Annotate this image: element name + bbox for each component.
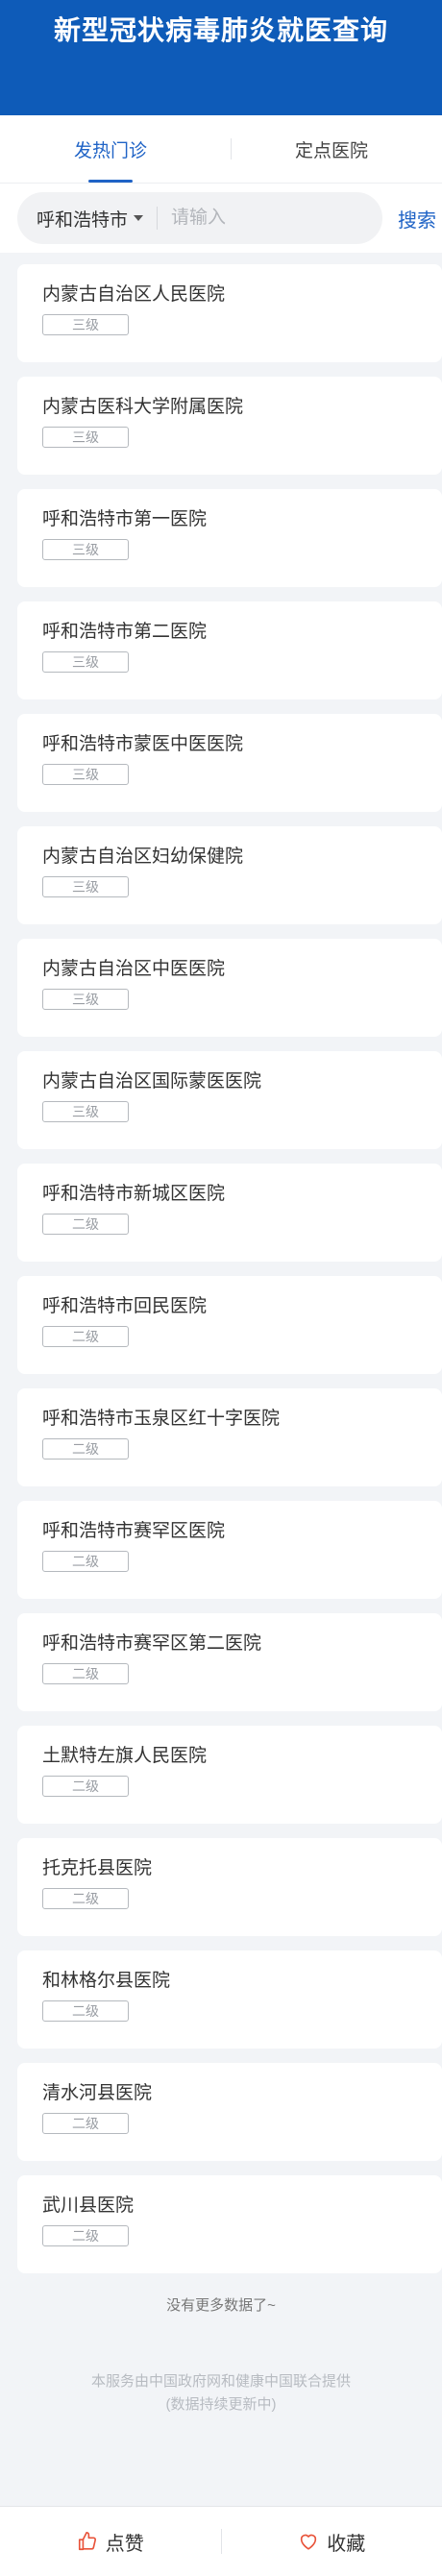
hospital-level-badge: 三级 [42, 1101, 129, 1122]
hospital-level-badge: 三级 [42, 427, 129, 448]
hospital-name: 和林格尔县医院 [42, 1970, 442, 1993]
hospital-card[interactable]: 内蒙古医科大学附属医院三级 [17, 377, 442, 475]
hospital-name: 内蒙古自治区中医医院 [42, 958, 442, 981]
footer-line-1: 本服务由中国政府网和健康中国联合提供 [0, 2370, 442, 2393]
favorite-button[interactable]: 收藏 [222, 2528, 442, 2556]
hospital-level-badge: 二级 [42, 2113, 129, 2134]
hospital-card[interactable]: 呼和浩特市新城区医院二级 [17, 1164, 442, 1262]
hospital-level-badge: 二级 [42, 1776, 129, 1797]
hospital-name: 内蒙古自治区人民医院 [42, 283, 442, 307]
favorite-label: 收藏 [327, 2528, 365, 2556]
hospital-card[interactable]: 土默特左旗人民医院二级 [17, 1726, 442, 1824]
hospital-card[interactable]: 内蒙古自治区中医医院三级 [17, 939, 442, 1037]
like-button[interactable]: 点赞 [0, 2528, 221, 2556]
hospital-card[interactable]: 呼和浩特市蒙医中医医院三级 [17, 714, 442, 812]
hospital-level-badge: 二级 [42, 2000, 129, 2022]
hospital-level-badge: 二级 [42, 1214, 129, 1235]
hospital-level-badge: 二级 [42, 1438, 129, 1460]
hospital-name: 内蒙古医科大学附属医院 [42, 396, 442, 419]
thumbs-up-icon [77, 2531, 98, 2552]
hospital-level-badge: 三级 [42, 314, 129, 335]
hospital-card[interactable]: 呼和浩特市回民医院二级 [17, 1276, 442, 1374]
like-label: 点赞 [106, 2528, 144, 2556]
hospital-level-badge: 三级 [42, 876, 129, 897]
hospital-level-badge: 二级 [42, 1326, 129, 1347]
hospital-level-badge: 三级 [42, 989, 129, 1010]
hospital-card[interactable]: 呼和浩特市赛罕区第二医院二级 [17, 1613, 442, 1711]
search-bar: 呼和浩特市 搜索 [0, 184, 442, 253]
hospital-name: 呼和浩特市回民医院 [42, 1295, 442, 1318]
hospital-name: 武川县医院 [42, 2195, 442, 2218]
page-title: 新型冠状病毒肺炎就医查询 [54, 0, 388, 48]
hospital-name: 呼和浩特市新城区医院 [42, 1183, 442, 1206]
hospital-card[interactable]: 呼和浩特市赛罕区医院二级 [17, 1501, 442, 1599]
hospital-level-badge: 二级 [42, 1663, 129, 1684]
hospital-name: 呼和浩特市第二医院 [42, 621, 442, 644]
hospital-card[interactable]: 内蒙古自治区国际蒙医医院三级 [17, 1051, 442, 1149]
hospital-card[interactable]: 武川县医院二级 [17, 2175, 442, 2273]
hospital-level-badge: 三级 [42, 539, 129, 560]
tab-designated-hospital[interactable]: 定点医院 [221, 115, 442, 183]
search-box: 呼和浩特市 [17, 192, 382, 244]
city-selector[interactable]: 呼和浩特市 [17, 192, 157, 244]
tab-fever-clinic[interactable]: 发热门诊 [0, 115, 221, 183]
hospital-card[interactable]: 内蒙古自治区妇幼保健院三级 [17, 826, 442, 924]
caret-down-icon [134, 215, 143, 221]
hospital-name: 呼和浩特市第一医院 [42, 508, 442, 531]
hospital-card[interactable]: 内蒙古自治区人民医院三级 [17, 264, 442, 362]
footer-note: 本服务由中国政府网和健康中国联合提供 (数据持续更新中) [0, 2370, 442, 2417]
hospital-level-badge: 二级 [42, 1888, 129, 1909]
hospital-level-badge: 三级 [42, 764, 129, 785]
search-input[interactable] [158, 207, 365, 230]
list-end-text: 没有更多数据了~ [0, 2294, 442, 2315]
hospital-name: 呼和浩特市赛罕区第二医院 [42, 1632, 442, 1656]
hospital-name: 土默特左旗人民医院 [42, 1745, 442, 1768]
hospital-card[interactable]: 清水河县医院二级 [17, 2063, 442, 2161]
hospital-card[interactable]: 呼和浩特市第二医院三级 [17, 601, 442, 699]
hospital-name: 呼和浩特市玉泉区红十字医院 [42, 1408, 442, 1431]
hospital-level-badge: 三级 [42, 651, 129, 673]
hospital-name: 呼和浩特市蒙医中医医院 [42, 733, 442, 756]
footer-line-2: (数据持续更新中) [0, 2393, 442, 2417]
hospital-level-badge: 二级 [42, 1551, 129, 1572]
hospital-list: 内蒙古自治区人民医院三级内蒙古医科大学附属医院三级呼和浩特市第一医院三级呼和浩特… [0, 253, 442, 2273]
search-button[interactable]: 搜索 [398, 205, 436, 233]
page-header: 新型冠状病毒肺炎就医查询 [0, 0, 442, 115]
hospital-name: 内蒙古自治区国际蒙医医院 [42, 1070, 442, 1093]
tab-bar: 发热门诊 定点医院 [0, 115, 442, 184]
bottom-bar: 点赞 收藏 [0, 2506, 442, 2576]
hospital-name: 清水河县医院 [42, 2082, 442, 2105]
heart-icon [298, 2531, 319, 2552]
hospital-name: 内蒙古自治区妇幼保健院 [42, 846, 442, 869]
hospital-name: 呼和浩特市赛罕区医院 [42, 1520, 442, 1543]
hospital-level-badge: 二级 [42, 2225, 129, 2246]
hospital-card[interactable]: 和林格尔县医院二级 [17, 1950, 442, 2049]
hospital-card[interactable]: 呼和浩特市玉泉区红十字医院二级 [17, 1388, 442, 1486]
hospital-card[interactable]: 托克托县医院二级 [17, 1838, 442, 1936]
city-selector-label: 呼和浩特市 [37, 206, 128, 232]
hospital-card[interactable]: 呼和浩特市第一医院三级 [17, 489, 442, 587]
hospital-name: 托克托县医院 [42, 1857, 442, 1880]
